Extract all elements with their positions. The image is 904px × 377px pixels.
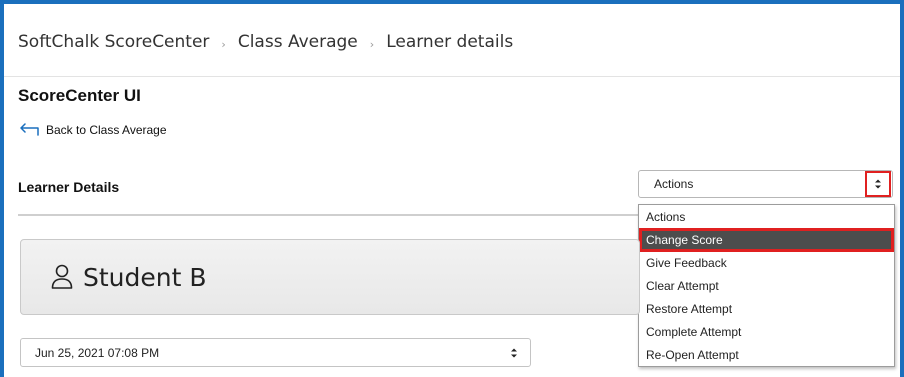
breadcrumb-item-class-average[interactable]: Class Average — [238, 32, 358, 52]
menu-item-reopen-attempt[interactable]: Re-Open Attempt — [641, 345, 892, 365]
attempt-date-select[interactable]: Jun 25, 2021 07:08 PM — [20, 338, 531, 367]
updown-chevron-icon — [875, 179, 881, 189]
back-arrow-icon — [20, 123, 39, 136]
menu-item-clear-attempt[interactable]: Clear Attempt — [641, 276, 892, 296]
attempt-date-value: Jun 25, 2021 07:08 PM — [35, 345, 160, 360]
actions-dropdown-menu: Actions Change Score Give Feedback Clear… — [638, 204, 895, 367]
breadcrumb-separator: › — [369, 37, 375, 51]
menu-item-change-score[interactable]: Change Score — [639, 228, 894, 252]
back-to-class-average-link[interactable]: Back to Class Average — [18, 121, 167, 139]
menu-item-complete-attempt[interactable]: Complete Attempt — [641, 322, 892, 342]
student-name: Student B — [83, 262, 207, 292]
page-title: ScoreCenter UI — [18, 86, 141, 105]
user-icon — [51, 264, 73, 289]
student-card: Student B — [20, 239, 640, 315]
menu-item-actions[interactable]: Actions — [641, 207, 892, 227]
header-divider — [4, 76, 900, 77]
actions-select-toggle[interactable] — [865, 171, 891, 197]
breadcrumb-separator: › — [221, 37, 226, 51]
menu-item-restore-attempt[interactable]: Restore Attempt — [641, 299, 892, 319]
section-divider — [18, 214, 640, 216]
menu-item-give-feedback[interactable]: Give Feedback — [641, 253, 892, 273]
section-title: Learner Details — [18, 179, 120, 195]
breadcrumb-item-scorecenter[interactable]: SoftChalk ScoreCenter — [18, 32, 209, 52]
breadcrumb-item-learner-details: Learner details — [386, 32, 514, 52]
breadcrumb: SoftChalk ScoreCenter › Class Average › … — [18, 30, 513, 54]
updown-chevron-icon — [511, 348, 517, 358]
back-link-label: Back to Class Average — [46, 123, 167, 137]
actions-select[interactable]: Actions — [638, 170, 893, 198]
actions-select-value: Actions — [654, 177, 694, 191]
